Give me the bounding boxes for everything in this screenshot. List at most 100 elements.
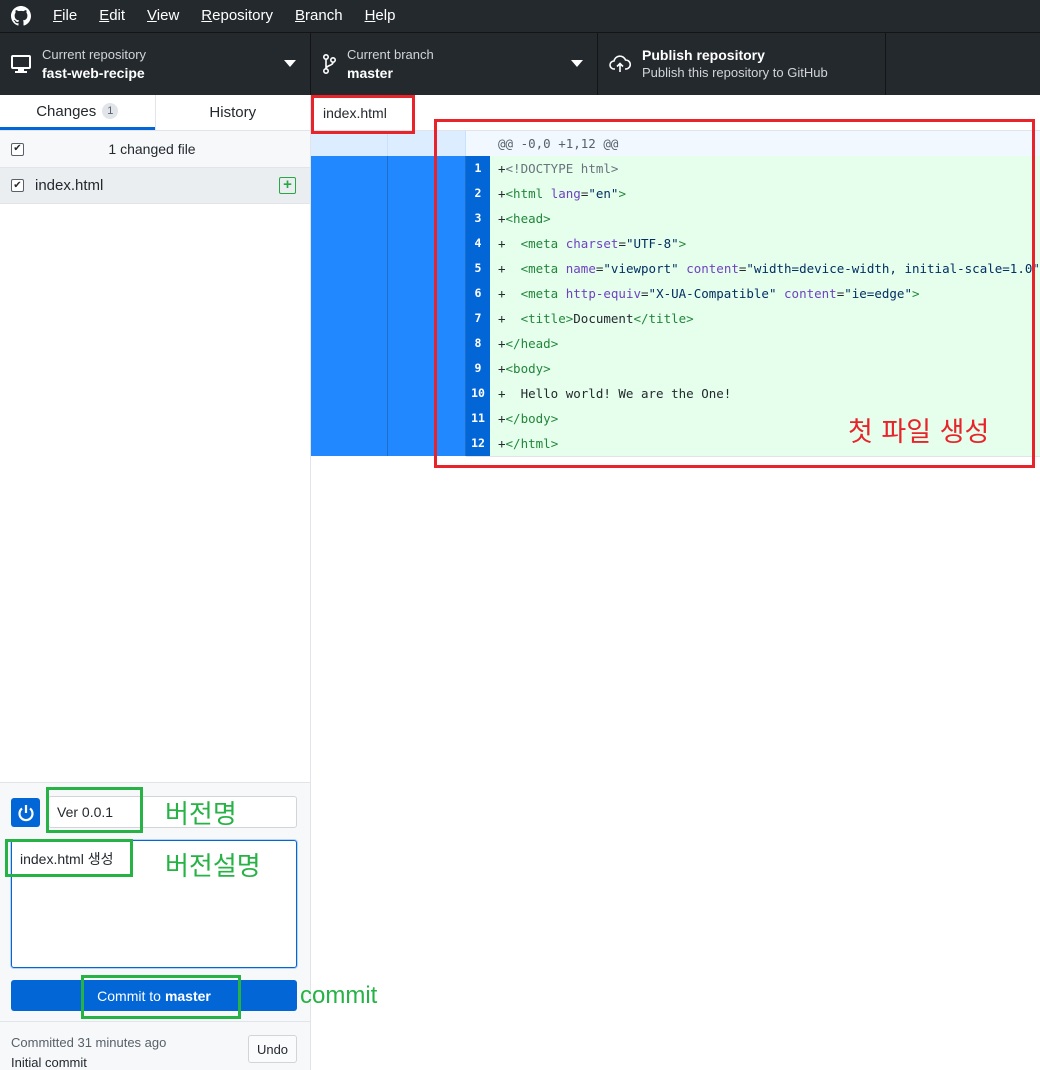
current-branch-label: Current branch (347, 47, 434, 62)
tab-history[interactable]: History (156, 95, 311, 130)
diff-line-code: + Hello world! We are the One! (490, 381, 1040, 406)
publish-repository-button[interactable]: Publish repository Publish this reposito… (598, 33, 886, 95)
line-number: 2 (466, 181, 490, 206)
diff-view: @@ -0,0 +1,12 @@ 1 +<!DOCTYPE html> 2 +<htm… (311, 131, 1040, 457)
desktop-icon (0, 55, 42, 73)
new-line-gutter[interactable] (388, 256, 466, 281)
diff-hunk-header: @@ -0,0 +1,12 @@ (311, 131, 1040, 156)
last-commit-info: Committed 31 minutes ago Initial commit … (0, 1021, 310, 1070)
new-line-gutter[interactable] (388, 281, 466, 306)
diff-line: 2 +<html lang="en"> (311, 181, 1040, 206)
new-line-gutter[interactable] (388, 356, 466, 381)
new-line-gutter[interactable] (388, 231, 466, 256)
github-logo-icon (0, 0, 42, 32)
last-commit-message: Initial commit (11, 1055, 87, 1070)
diff-line-code: + <meta name="viewport" content="width=d… (490, 256, 1040, 281)
diff-line: 9 +<body> (311, 356, 1040, 381)
line-number: 6 (466, 281, 490, 306)
menu-branch[interactable]: Branch (284, 0, 354, 32)
current-branch-button[interactable]: Current branch master (311, 33, 598, 95)
diff-line-code: + <meta http-equiv="X-UA-Compatible" con… (490, 281, 1040, 306)
new-line-gutter[interactable] (388, 181, 466, 206)
line-number: 3 (466, 206, 490, 231)
diff-line-code: + <meta charset="UTF-8"> (490, 231, 1040, 256)
old-line-gutter[interactable] (311, 256, 388, 281)
sidebar: Changes 1 History ✔ 1 changed file ✔ ind… (0, 95, 311, 1070)
current-repository-name: fast-web-recipe (42, 65, 145, 81)
diff-line: 3 +<head> (311, 206, 1040, 231)
changes-count-badge: 1 (102, 103, 119, 119)
chevron-down-icon (571, 60, 583, 67)
diff-line: 6 + <meta http-equiv="X-UA-Compatible" co… (311, 281, 1040, 306)
new-line-gutter[interactable] (388, 306, 466, 331)
old-line-gutter[interactable] (311, 406, 388, 431)
menu-edit[interactable]: Edit (88, 0, 136, 32)
annotation-version-desc: 버전설명 (165, 852, 261, 882)
menu-file[interactable]: File (42, 0, 88, 32)
menu-view[interactable]: View (136, 0, 190, 32)
old-line-gutter[interactable] (311, 381, 388, 406)
current-repository-label: Current repository (42, 47, 147, 62)
diff-line: 1 +<!DOCTYPE html> (311, 156, 1040, 181)
menu-bar: File Edit View Repository Branch Help (0, 0, 1040, 32)
changed-files-count: 1 changed file (108, 141, 196, 157)
sidebar-tabs: Changes 1 History (0, 95, 310, 131)
diff-line-code: +</head> (490, 331, 1040, 356)
new-line-gutter[interactable] (388, 156, 466, 181)
diff-line: 10 + Hello world! We are the One! (311, 381, 1040, 406)
last-commit-time: Committed 31 minutes ago (11, 1035, 167, 1050)
publish-repository-title: Publish repository (642, 47, 765, 63)
old-line-gutter[interactable] (311, 306, 388, 331)
diff-line-code: + <title>Document</title> (490, 306, 1040, 331)
line-number: 12 (466, 431, 490, 456)
tab-changes[interactable]: Changes 1 (0, 95, 155, 130)
old-line-gutter[interactable] (311, 206, 388, 231)
current-repository-button[interactable]: Current repository fast-web-recipe (0, 33, 311, 95)
old-line-gutter[interactable] (311, 181, 388, 206)
diff-file-name: index.html (323, 105, 387, 121)
avatar (11, 798, 40, 827)
annotation-version-name: 버전명 (165, 800, 237, 830)
new-line-gutter[interactable] (388, 331, 466, 356)
undo-button[interactable]: Undo (248, 1035, 297, 1063)
publish-repository-desc: Publish this repository to GitHub (642, 65, 828, 80)
diff-line: 4 + <meta charset="UTF-8"> (311, 231, 1040, 256)
line-number: 7 (466, 306, 490, 331)
old-line-gutter[interactable] (311, 281, 388, 306)
old-line-gutter[interactable] (311, 331, 388, 356)
new-line-gutter[interactable] (388, 406, 466, 431)
toolbar: Current repository fast-web-recipe Curre… (0, 32, 1040, 95)
chevron-down-icon (284, 60, 296, 67)
line-number: 1 (466, 156, 490, 181)
changed-file-row[interactable]: ✔ index.html + (0, 168, 310, 204)
new-line-gutter[interactable] (388, 431, 466, 456)
diff-line: 8 +</head> (311, 331, 1040, 356)
file-checkbox[interactable]: ✔ (11, 179, 24, 192)
commit-button[interactable]: Commit to master (11, 980, 297, 1011)
current-branch-name: master (347, 65, 393, 81)
line-number: 8 (466, 331, 490, 356)
line-number: 9 (466, 356, 490, 381)
line-number: 11 (466, 406, 490, 431)
diff-line-code: +<head> (490, 206, 1040, 231)
changes-header: ✔ 1 changed file (0, 131, 310, 168)
line-number: 5 (466, 256, 490, 281)
new-line-gutter[interactable] (388, 381, 466, 406)
menu-repository[interactable]: Repository (190, 0, 284, 32)
old-line-gutter[interactable] (311, 356, 388, 381)
old-line-gutter[interactable] (311, 231, 388, 256)
diff-line-code: +<!DOCTYPE html> (490, 156, 1040, 181)
old-line-gutter[interactable] (311, 431, 388, 456)
select-all-checkbox[interactable]: ✔ (11, 142, 24, 156)
line-number: 10 (466, 381, 490, 406)
annotation-commit: commit (300, 982, 378, 1009)
cloud-upload-icon (598, 55, 642, 73)
menu-help[interactable]: Help (354, 0, 407, 32)
diff-file-header: index.html (311, 95, 1040, 131)
diff-line-code: +<body> (490, 356, 1040, 381)
old-line-gutter[interactable] (311, 156, 388, 181)
diff-line-code: +<html lang="en"> (490, 181, 1040, 206)
file-added-icon: + (279, 177, 296, 194)
branch-icon (311, 54, 347, 74)
new-line-gutter[interactable] (388, 206, 466, 231)
